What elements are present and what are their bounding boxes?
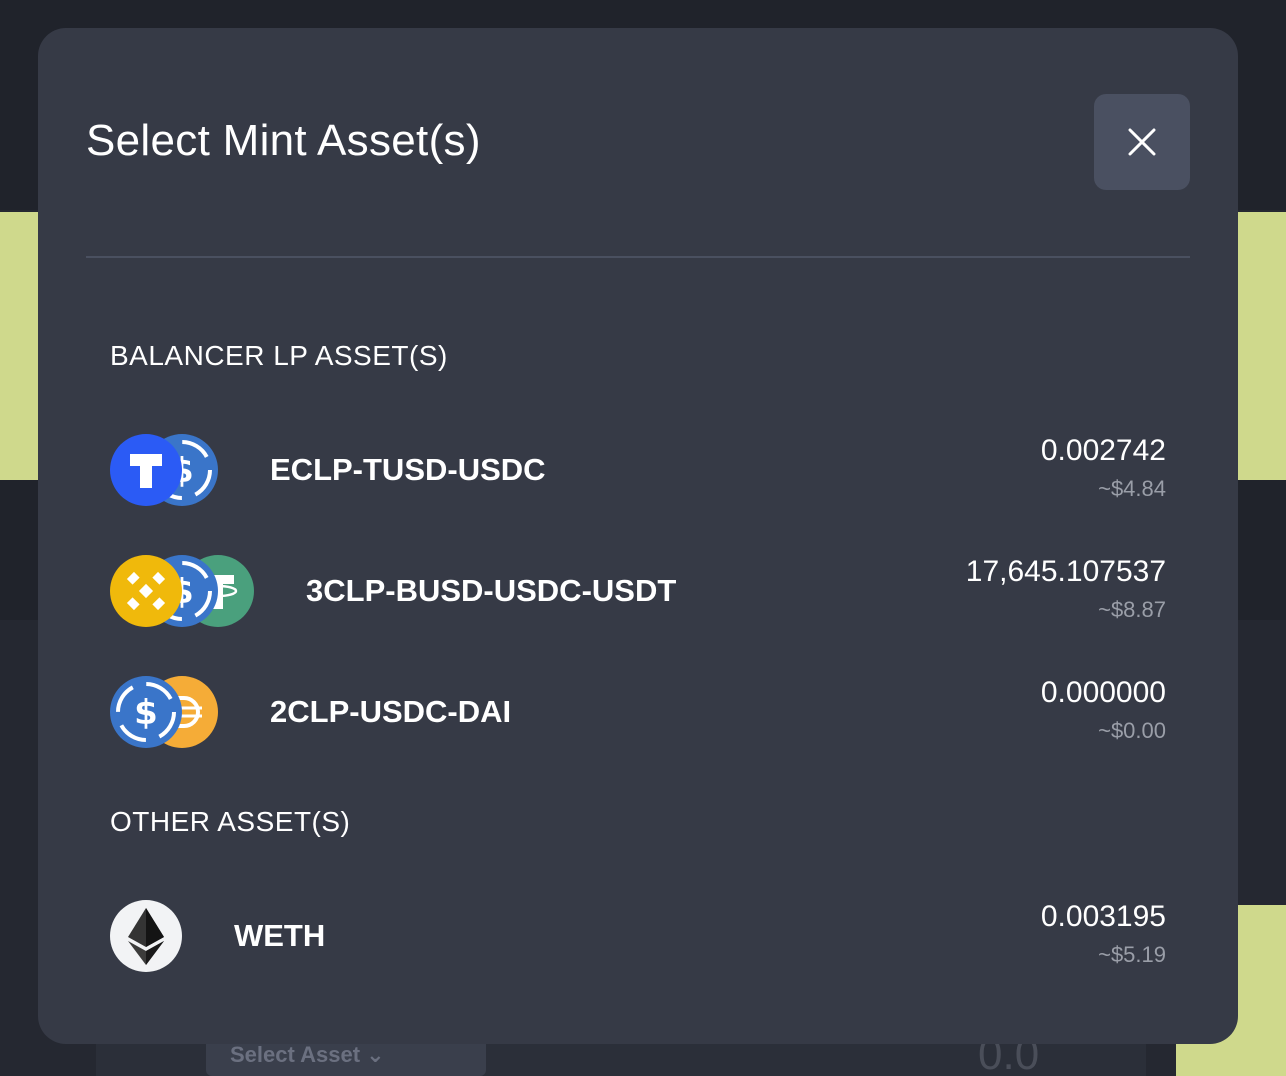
asset-name: 2CLP-USDC-DAI: [270, 694, 512, 729]
eth-icon: [110, 900, 182, 972]
asset-usd-value: ~$0.00: [1098, 718, 1166, 743]
asset-row-2clp-usdc-dai[interactable]: $ 2CLP-USDC-DAI 0.000000 ~$0.00: [110, 664, 1166, 760]
busd-icon: [110, 555, 182, 627]
asset-usd-value: ~$8.87: [1098, 597, 1166, 622]
asset-name: WETH: [234, 918, 326, 953]
close-icon: [1128, 128, 1156, 156]
asset-row-weth[interactable]: WETH 0.003195 ~$5.19: [110, 888, 1166, 984]
modal-title: Select Mint Asset(s): [86, 116, 481, 165]
asset-row-3clp-busd-usdc-usdt[interactable]: $ 3CLP-BUSD-USDC-USDT 17,645.107537 ~$8.…: [110, 543, 1166, 639]
section-label-lp: BALANCER LP ASSET(S): [110, 340, 448, 371]
asset-row-eclp-tusd-usdc[interactable]: $ ECLP-TUSD-USDC 0.002742 ~$4.84: [110, 422, 1166, 518]
asset-amount: 17,645.107537: [965, 555, 1166, 588]
tusd-icon: [110, 434, 182, 506]
asset-amount: 0.000000: [1040, 676, 1166, 709]
asset-usd-value: ~$5.19: [1098, 942, 1166, 967]
close-button[interactable]: [1094, 94, 1190, 190]
header-divider: [86, 256, 1190, 258]
section-label-other: OTHER ASSET(S): [110, 806, 351, 837]
backdrop-select-asset-label: Select Asset: [230, 1042, 361, 1067]
asset-amount: 0.003195: [1040, 900, 1166, 933]
asset-amount: 0.002742: [1040, 434, 1166, 467]
asset-name: ECLP-TUSD-USDC: [270, 452, 546, 487]
usdc-icon: $: [110, 676, 182, 748]
asset-name: 3CLP-BUSD-USDC-USDT: [306, 573, 677, 608]
asset-usd-value: ~$4.84: [1098, 476, 1166, 501]
svg-text:$: $: [134, 693, 158, 733]
select-mint-asset-modal: Select Mint Asset(s) BALANCER LP ASSET(S…: [38, 28, 1238, 1044]
